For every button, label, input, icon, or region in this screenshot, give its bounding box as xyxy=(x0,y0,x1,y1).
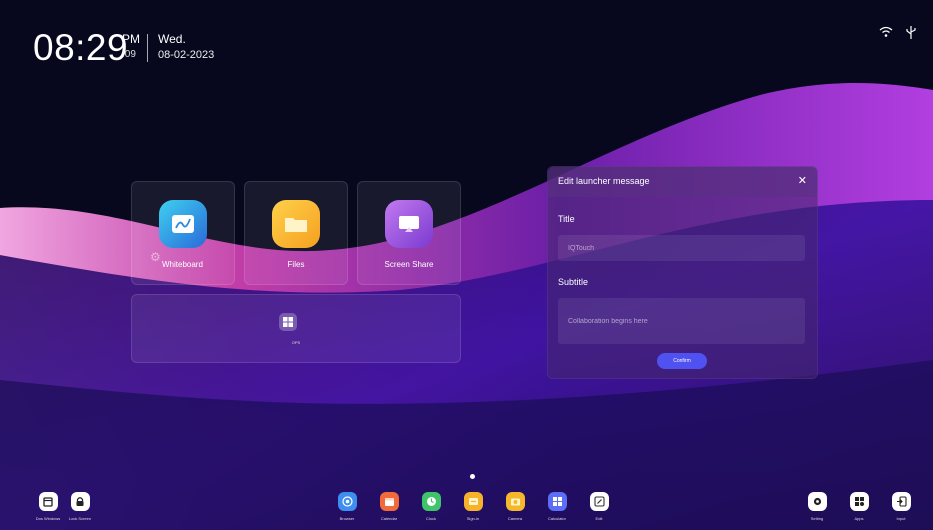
dock-item-calculator[interactable]: Calculator xyxy=(537,492,577,521)
wifi-icon[interactable] xyxy=(879,26,893,41)
page-indicator[interactable] xyxy=(470,474,475,479)
dock-label: Calendar xyxy=(380,516,398,521)
gear-icon xyxy=(807,492,827,511)
clock-seconds: :09 xyxy=(122,49,136,60)
dock-item-calendar[interactable]: Calendar xyxy=(369,492,409,521)
windows-icon xyxy=(279,313,297,331)
browser-icon xyxy=(337,492,357,511)
clock-day: Wed. xyxy=(158,32,186,46)
folder-icon xyxy=(272,200,320,248)
dock-label: Edit xyxy=(595,516,603,521)
whiteboard-icon xyxy=(159,200,207,248)
camera-icon xyxy=(505,492,525,511)
dialog-header: Edit launcher message ✕ xyxy=(548,167,817,197)
dock-label: Apps xyxy=(854,516,864,521)
gear-icon: ⚙ xyxy=(150,250,161,264)
title-field-label: Title xyxy=(558,214,575,224)
whiteboard-tile[interactable]: ⚙ Whiteboard xyxy=(131,181,235,285)
close-icon[interactable]: ✕ xyxy=(798,174,807,187)
screen-share-tile[interactable]: Screen Share xyxy=(357,181,461,285)
dock-label: Camera xyxy=(507,516,523,521)
dock-item-edit[interactable]: Edit xyxy=(579,492,619,521)
screen-share-label: Screen Share xyxy=(384,260,434,269)
subtitle-input[interactable] xyxy=(558,298,805,344)
dock-label: Sign-in xyxy=(466,516,480,521)
input-icon xyxy=(891,492,911,511)
dock-item-sign-in[interactable]: Sign-in xyxy=(453,492,493,521)
files-tile[interactable]: Files xyxy=(244,181,348,285)
dock-label: Setting xyxy=(810,516,824,521)
dock-item-clock[interactable]: Clock xyxy=(411,492,451,521)
clock-date: 08-02-2023 xyxy=(158,49,215,61)
dialog-title: Edit launcher message xyxy=(558,176,650,186)
title-input[interactable] xyxy=(558,235,805,261)
calendar-icon xyxy=(379,492,399,511)
ops-label: OPS xyxy=(291,340,301,345)
dock-label: Input xyxy=(896,516,906,521)
clock-time: 08:29 xyxy=(33,27,129,68)
dock-item-apps[interactable]: Apps xyxy=(839,492,879,521)
clock-ampm: PM xyxy=(122,32,140,46)
dock-label: Calculator xyxy=(547,516,566,521)
clock-icon xyxy=(421,492,441,511)
dock-item-setting[interactable]: Setting xyxy=(797,492,837,521)
edit-launcher-dialog: Edit launcher message ✕ Title Subtitle C… xyxy=(547,166,818,379)
whiteboard-label: Whiteboard xyxy=(162,260,203,269)
clock-separator xyxy=(147,34,148,62)
dock-item-camera[interactable]: Camera xyxy=(495,492,535,521)
files-label: Files xyxy=(287,260,305,269)
confirm-button[interactable]: Confirm xyxy=(657,353,707,369)
lock-icon xyxy=(70,492,90,511)
calculator-icon xyxy=(547,492,567,511)
dock-item-lock-screen[interactable]: Lock Screen xyxy=(60,492,100,521)
subtitle-field-label: Subtitle xyxy=(558,277,589,287)
screen-share-icon xyxy=(385,200,433,248)
apps-icon xyxy=(849,492,869,511)
edit-icon xyxy=(589,492,609,511)
window-icon xyxy=(38,492,58,511)
sign-in-icon xyxy=(463,492,483,511)
usb-icon[interactable] xyxy=(906,26,916,42)
dock-label: Lock Screen xyxy=(68,516,92,521)
dock-item-browser[interactable]: Browser xyxy=(327,492,367,521)
dock-label: Clock xyxy=(425,516,436,521)
dock-label: Browser xyxy=(339,516,355,521)
dock-item-input[interactable]: Input xyxy=(881,492,921,521)
ops-tile[interactable]: OPS xyxy=(131,294,461,363)
